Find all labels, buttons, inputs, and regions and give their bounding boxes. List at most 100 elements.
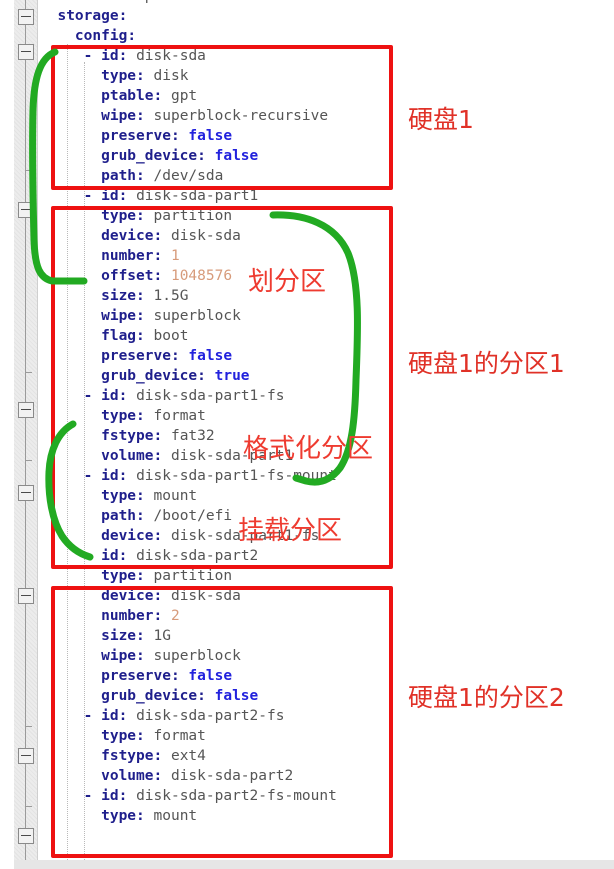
code-token: format: [153, 728, 206, 744]
code-line[interactable]: wipe: superblock: [40, 306, 337, 326]
code-token: disk-sda-part1: [136, 188, 259, 204]
code-line[interactable]: grub_device: false: [40, 146, 337, 166]
editor-left-margin: [0, 0, 14, 869]
code-token: type: [101, 568, 137, 584]
fold-toggle-item-part1-fs[interactable]: [18, 402, 34, 418]
code-line[interactable]: type: partition: [40, 566, 337, 586]
code-token: path: [101, 508, 137, 524]
code-token: :: [153, 588, 171, 604]
code-token: :: [153, 528, 171, 544]
code-token: disk: [153, 68, 189, 84]
code-token: path: [101, 168, 137, 184]
code-line[interactable]: size: 1G: [40, 626, 337, 646]
code-line[interactable]: - id: disk-sda-part1-fs: [40, 386, 337, 406]
code-token: superblock: [153, 308, 241, 324]
label-disk1-part1: 硬盘1的分区1: [408, 349, 565, 378]
code-line[interactable]: grub_device: false: [40, 686, 337, 706]
code-token: id: [101, 48, 119, 64]
fold-toggle-config[interactable]: [18, 44, 34, 60]
code-token: size: [101, 288, 137, 304]
code-line[interactable]: preserve: false: [40, 666, 337, 686]
code-token: storage: [57, 8, 119, 24]
code-token: id: [101, 708, 119, 724]
fold-tick: [25, 726, 32, 727]
code-token: :: [136, 728, 154, 744]
code-token: :: [127, 0, 144, 4]
code-line[interactable]: - id: disk-sda-part2-fs: [40, 706, 337, 726]
editor-bottom-strip: [14, 860, 614, 869]
code-line[interactable]: - id: disk-sda-part1: [40, 186, 337, 206]
code-line[interactable]: type: disk: [40, 66, 337, 86]
code-line[interactable]: type: partition: [40, 206, 337, 226]
code-line[interactable]: preserve: false: [40, 346, 337, 366]
code-token: :: [118, 468, 137, 484]
code-token: disk-sda-part1-fs: [136, 388, 285, 404]
code-text[interactable]: shutdown: poweroff storage: config: - id…: [40, 0, 337, 826]
code-line[interactable]: ptable: gpt: [40, 86, 337, 106]
code-line[interactable]: type: mount: [40, 806, 337, 826]
code-line[interactable]: fstype: ext4: [40, 746, 337, 766]
code-line[interactable]: flag: boot: [40, 326, 337, 346]
code-token: :: [118, 388, 137, 404]
code-line[interactable]: wipe: superblock-recursive: [40, 106, 337, 126]
code-token: volume: [101, 768, 154, 784]
fold-toggle-item-part2[interactable]: [18, 588, 34, 604]
code-token: :: [136, 108, 154, 124]
fold-toggle-item-part2-fs[interactable]: [18, 748, 34, 764]
code-token: :: [118, 708, 137, 724]
code-token: :: [197, 148, 215, 164]
code-line[interactable]: preserve: false: [40, 126, 337, 146]
code-token: false: [188, 128, 233, 144]
code-line[interactable]: device: disk-sda: [40, 586, 337, 606]
code-line[interactable]: volume: disk-sda-part2: [40, 766, 337, 786]
code-token: :: [153, 428, 171, 444]
code-line[interactable]: - id: disk-sda: [40, 46, 337, 66]
code-line[interactable]: - id: disk-sda-part2-fs-mount: [40, 786, 337, 806]
code-line[interactable]: grub_device: true: [40, 366, 337, 386]
code-line[interactable]: - id: disk-sda-part1-fs-mount: [40, 466, 337, 486]
code-token: disk-sda: [170, 228, 241, 244]
code-token: disk-sda: [136, 48, 206, 64]
fold-toggle-item-part1-fs-mount[interactable]: [18, 485, 34, 501]
code-fold-gutter[interactable]: [14, 0, 38, 869]
code-token: :: [136, 808, 154, 824]
fold-tick: [25, 170, 32, 171]
code-token: preserve: [101, 668, 171, 684]
code-line[interactable]: wipe: superblock: [40, 646, 337, 666]
code-line[interactable]: type: mount: [40, 486, 337, 506]
code-token: size: [101, 628, 137, 644]
code-token: type: [101, 408, 137, 424]
fold-toggle-item-part1[interactable]: [18, 202, 34, 218]
code-line[interactable]: config:: [40, 26, 337, 46]
code-token: device: [101, 588, 154, 604]
code-line[interactable]: storage:: [40, 6, 337, 26]
code-editor[interactable]: shutdown: poweroff storage: config: - id…: [0, 0, 614, 869]
code-token: 1.5G: [153, 288, 189, 304]
code-line[interactable]: type: format: [40, 406, 337, 426]
code-token: :: [136, 568, 154, 584]
code-line[interactable]: number: 2: [40, 606, 337, 626]
code-token: :: [136, 208, 154, 224]
code-token: superblock-recursive: [153, 108, 329, 124]
code-token: disk-sda-part1-fs-mount: [136, 468, 337, 484]
code-line[interactable]: path: /dev/sda: [40, 166, 337, 186]
fold-toggle-item-part2-fs-mount[interactable]: [18, 828, 34, 844]
code-token: /boot/efi: [153, 508, 233, 524]
code-line[interactable]: device: disk-sda: [40, 226, 337, 246]
label-disk1-part2: 硬盘1的分区2: [408, 683, 565, 712]
code-line[interactable]: type: format: [40, 726, 337, 746]
code-token: :: [136, 508, 154, 524]
fold-toggle-storage[interactable]: [18, 9, 34, 25]
code-line[interactable]: - id: disk-sda-part2: [40, 546, 337, 566]
code-token: :: [136, 168, 154, 184]
